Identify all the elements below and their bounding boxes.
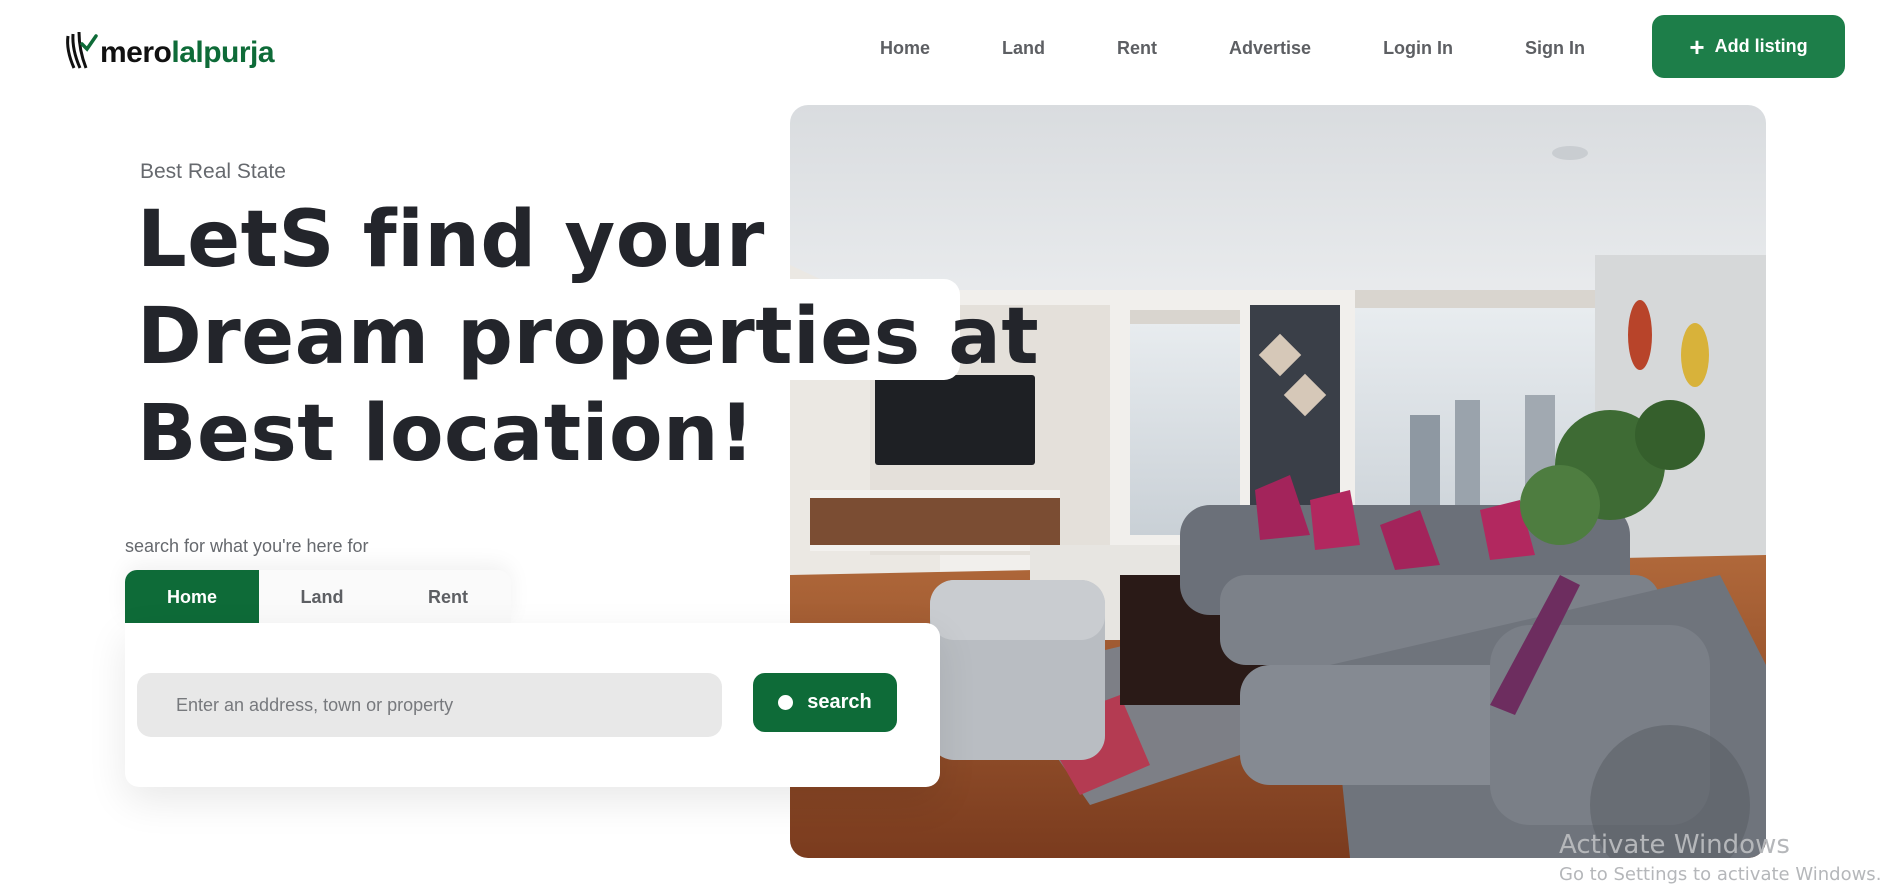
search-button-label: search (807, 691, 872, 713)
hero-eyebrow: Best Real State (140, 160, 286, 183)
nav-home[interactable]: Home (880, 38, 930, 59)
headline-line-3: Best location! (137, 389, 756, 479)
search-input[interactable] (137, 673, 722, 737)
brand-name-part1: mero (100, 36, 172, 69)
search-tabs: Home Land Rent (125, 570, 511, 624)
nav-login[interactable]: Login In (1383, 38, 1453, 59)
plus-icon: + (1689, 31, 1705, 62)
search-card: search (125, 623, 940, 787)
add-listing-button[interactable]: + Add listing (1652, 15, 1845, 78)
windows-watermark-subtitle: Go to Settings to activate Windows. (1559, 864, 1882, 885)
hero-headline: LetS find your Dream properties at Best … (137, 192, 1040, 483)
tab-rent[interactable]: Rent (385, 570, 511, 624)
nav-land[interactable]: Land (1002, 38, 1045, 59)
brand-name: merolalpurja (100, 36, 275, 72)
headline-line-2: Dream properties at (137, 292, 1040, 382)
search-button[interactable]: search (753, 673, 897, 732)
headline-line-1: LetS find your (137, 195, 765, 285)
tab-land[interactable]: Land (259, 570, 385, 624)
brand-name-part2: lalpurja (171, 36, 275, 69)
tab-home[interactable]: Home (125, 570, 259, 624)
add-listing-label: Add listing (1714, 36, 1808, 56)
nav-signin[interactable]: Sign In (1525, 38, 1585, 59)
search-icon (778, 695, 794, 710)
logo-mark-icon (66, 31, 98, 69)
search-hint: search for what you're here for (125, 536, 369, 556)
windows-watermark-title: Activate Windows (1559, 830, 1790, 860)
nav-rent[interactable]: Rent (1117, 38, 1157, 59)
nav-advertise[interactable]: Advertise (1229, 38, 1311, 59)
main-nav: Home Land Rent Advertise Login In Sign I… (880, 33, 1585, 63)
brand-logo[interactable]: merolalpurja (64, 24, 275, 72)
